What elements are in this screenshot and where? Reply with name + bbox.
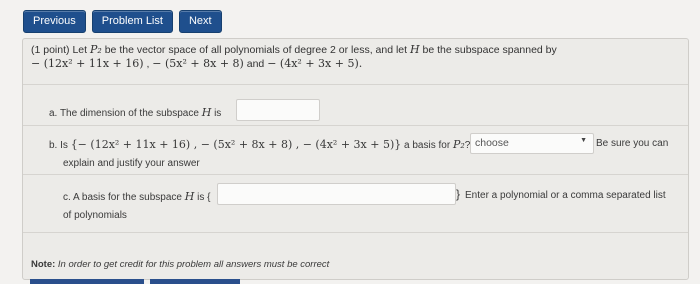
basis-choice-select[interactable]: choose ▼ <box>470 133 594 154</box>
part-b-mid: a basis for <box>404 140 451 151</box>
polynomial-set: {− (12x² + 11x + 16) , − (5x² + 8x + 8) … <box>70 138 402 151</box>
part-b-label: b. Is {− (12x² + 11x + 16) , − (5x² + 8x… <box>49 138 509 151</box>
space-symbol: P₂ <box>89 43 102 56</box>
polynomial-1: − (12x² + 11x + 16) <box>31 57 144 70</box>
part-b-prefix: b. Is <box>49 140 68 151</box>
dimension-answer-input[interactable] <box>236 99 320 121</box>
part-a-is: is <box>214 108 222 119</box>
part-a-text: a. The dimension of the subspace <box>49 108 199 119</box>
problem-statement: (1 point) Let P₂ be the vector space of … <box>31 43 557 70</box>
polynomial-3: − (4x² + 3x + 5). <box>267 57 363 70</box>
next-button[interactable]: Next <box>178 10 222 33</box>
submit-button-partial[interactable] <box>30 279 144 284</box>
note-label: Note: <box>31 259 56 270</box>
intro-text-3: be the subspace spanned by <box>422 44 557 56</box>
part-b-symbol: P₂ <box>452 138 465 151</box>
dropdown-arrow-icon: ▼ <box>580 137 587 144</box>
part-b-hint-2: explain and justify your answer <box>63 158 200 169</box>
and-text: and <box>246 58 265 70</box>
preview-button-partial[interactable] <box>150 279 240 284</box>
part-c-hint-2: of polynomials <box>63 210 127 221</box>
problem-list-button[interactable]: Problem List <box>91 10 173 33</box>
problem-panel: (1 point) Let P₂ be the vector space of … <box>22 38 689 280</box>
intro-text-2: be the vector space of all polynomials o… <box>104 44 408 56</box>
intro-text-1: Let <box>72 44 88 56</box>
part-c-hint: Enter a polynomial or a comma separated … <box>465 190 666 201</box>
part-c-symbol: H <box>184 190 195 203</box>
part-c-close-brace: } <box>456 187 461 201</box>
select-value: choose <box>475 137 509 149</box>
part-c-label: c. A basis for the subspace H is { <box>63 190 210 203</box>
part-b-hint: Be sure you can <box>596 138 669 149</box>
problem-navigation: Previous Problem List Next <box>23 10 222 33</box>
part-c-text: c. A basis for the subspace <box>63 192 182 203</box>
part-c-open-brace: is { <box>197 192 211 203</box>
part-a-symbol: H <box>201 106 212 119</box>
polynomial-2: − (5x² + 8x + 8) <box>152 57 244 70</box>
section-divider <box>23 84 688 85</box>
basis-answer-input[interactable] <box>217 183 456 205</box>
note: Note: In order to get credit for this pr… <box>31 259 329 270</box>
section-divider <box>23 174 688 175</box>
points-label: (1 point) <box>31 44 70 56</box>
section-divider <box>23 232 688 233</box>
previous-button[interactable]: Previous <box>23 10 86 33</box>
note-text: In order to get credit for this problem … <box>57 259 330 270</box>
part-a-label: a. The dimension of the subspace H is <box>49 106 221 119</box>
subspace-symbol: H <box>409 43 420 56</box>
section-divider <box>23 125 688 126</box>
